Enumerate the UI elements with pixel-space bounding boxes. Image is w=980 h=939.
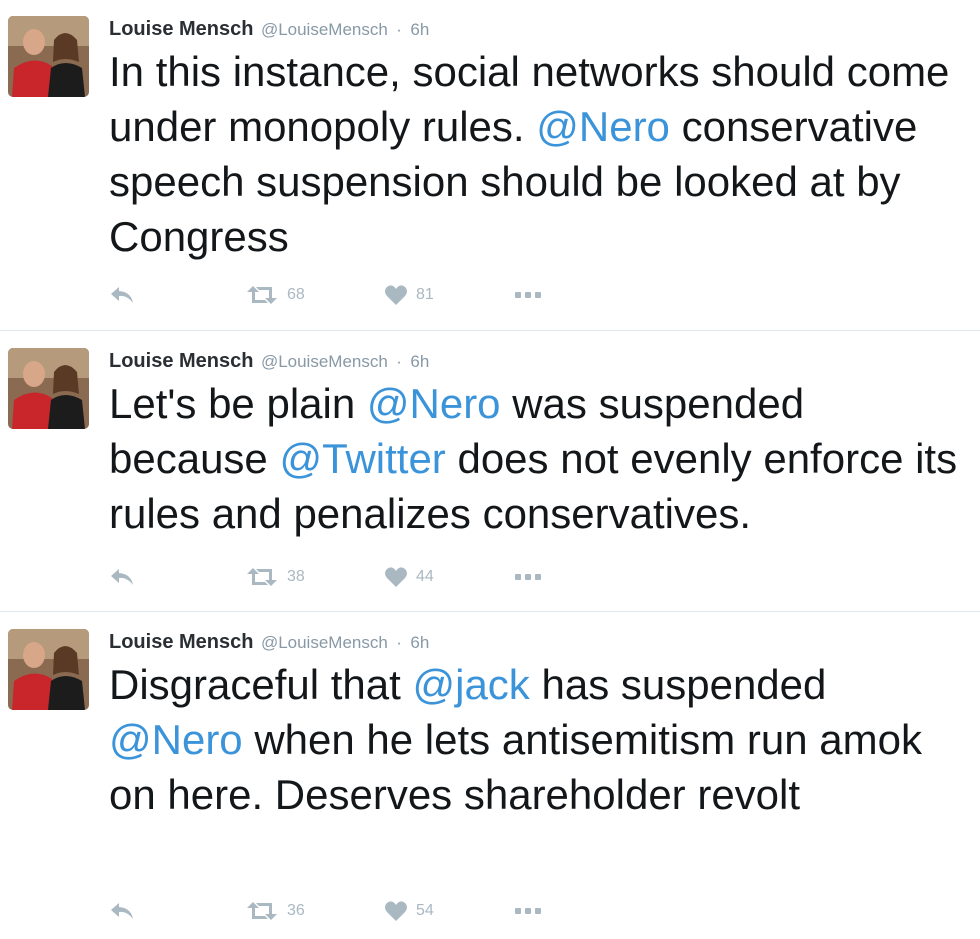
more-dots-icon: [515, 908, 541, 914]
mention-link[interactable]: @Nero: [536, 103, 670, 150]
mention-link[interactable]: @jack: [412, 661, 529, 708]
retweet-button[interactable]: 68: [245, 279, 305, 311]
avatar[interactable]: [8, 16, 89, 97]
like-count: 81: [416, 286, 434, 303]
tweet-header: Louise Mensch @LouiseMensch · 6h: [109, 629, 429, 655]
header-separator: ·: [396, 633, 402, 652]
header-separator: ·: [396, 20, 402, 39]
retweet-count: 68: [287, 286, 305, 303]
retweet-count: 36: [287, 902, 305, 919]
retweet-button[interactable]: 36: [245, 895, 305, 927]
tweet-text-segment: has suspended: [529, 661, 827, 708]
tweet[interactable]: Louise Mensch @LouiseMensch · 6h In this…: [0, 0, 980, 331]
mention-link[interactable]: @Twitter: [279, 435, 445, 482]
tweet-timestamp[interactable]: 6h: [410, 633, 429, 652]
author-name[interactable]: Louise Mensch: [109, 631, 253, 653]
tweet[interactable]: Louise Mensch @LouiseMensch · 6h Let's b…: [0, 332, 980, 612]
reply-button[interactable]: [109, 895, 135, 927]
tweet-actions: 38 44: [109, 561, 569, 593]
retweet-count: 38: [287, 568, 305, 585]
avatar[interactable]: [8, 348, 89, 429]
like-button[interactable]: 54: [384, 895, 434, 927]
tweet-actions: 36 54: [109, 895, 569, 927]
more-dots-icon: [515, 292, 541, 298]
author-name[interactable]: Louise Mensch: [109, 350, 253, 372]
retweet-icon: [247, 902, 277, 920]
reply-button[interactable]: [109, 561, 135, 593]
tweet-header: Louise Mensch @LouiseMensch · 6h: [109, 348, 429, 374]
heart-icon: [385, 285, 407, 305]
author-handle[interactable]: @LouiseMensch: [261, 352, 388, 371]
reply-icon: [111, 903, 133, 919]
tweet-timestamp[interactable]: 6h: [410, 20, 429, 39]
reply-icon: [111, 569, 133, 585]
like-button[interactable]: 44: [384, 561, 434, 593]
tweet-timestamp[interactable]: 6h: [410, 352, 429, 371]
more-button[interactable]: [515, 561, 541, 593]
reply-button[interactable]: [109, 279, 135, 311]
header-separator: ·: [396, 352, 402, 371]
reply-icon: [111, 287, 133, 303]
tweet-text-segment: Let's be plain: [109, 380, 367, 427]
more-button[interactable]: [515, 895, 541, 927]
tweet-actions: 68 81: [109, 279, 569, 311]
user-avatar-photo-icon: [8, 629, 89, 710]
like-count: 54: [416, 902, 434, 919]
tweet-header: Louise Mensch @LouiseMensch · 6h: [109, 16, 429, 42]
tweet-timeline: Louise Mensch @LouiseMensch · 6h In this…: [0, 0, 980, 939]
tweet-text: Disgraceful that @jack has suspended @Ne…: [109, 657, 969, 822]
mention-link[interactable]: @Nero: [109, 716, 243, 763]
author-handle[interactable]: @LouiseMensch: [261, 20, 388, 39]
like-count: 44: [416, 568, 434, 585]
avatar[interactable]: [8, 629, 89, 710]
heart-icon: [385, 901, 407, 921]
author-handle[interactable]: @LouiseMensch: [261, 633, 388, 652]
mention-link[interactable]: @Nero: [367, 380, 501, 427]
tweet-text-segment: Disgraceful that: [109, 661, 413, 708]
retweet-button[interactable]: 38: [245, 561, 305, 593]
retweet-icon: [247, 568, 277, 586]
more-dots-icon: [515, 574, 541, 580]
tweet-text: Let's be plain @Nero was suspended becau…: [109, 376, 969, 541]
heart-icon: [385, 567, 407, 587]
author-name[interactable]: Louise Mensch: [109, 18, 253, 40]
more-button[interactable]: [515, 279, 541, 311]
tweet[interactable]: Louise Mensch @LouiseMensch · 6h Disgrac…: [0, 613, 980, 939]
like-button[interactable]: 81: [384, 279, 434, 311]
retweet-icon: [247, 286, 277, 304]
user-avatar-photo-icon: [8, 16, 89, 97]
tweet-text: In this instance, social networks should…: [109, 44, 969, 264]
user-avatar-photo-icon: [8, 348, 89, 429]
